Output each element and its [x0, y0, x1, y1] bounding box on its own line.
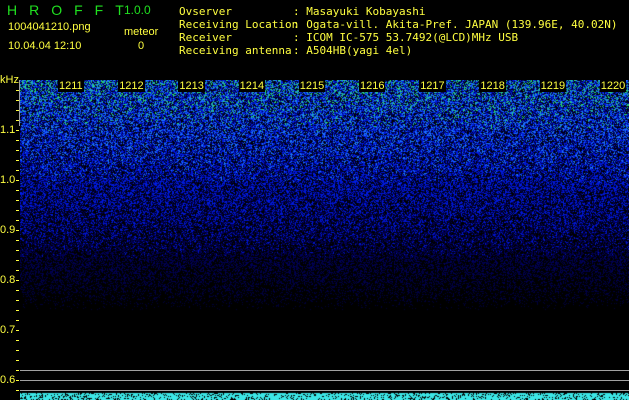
y-tick	[16, 370, 19, 371]
spectrogram	[20, 80, 629, 400]
y-tick	[16, 350, 19, 351]
location-label: Receiving Location	[179, 18, 299, 31]
y-tick	[16, 300, 19, 301]
reference-line	[20, 390, 629, 391]
y-tick	[16, 150, 19, 151]
y-tick	[16, 290, 19, 291]
time-label: 1214	[238, 80, 266, 92]
time-label: 1211	[58, 80, 84, 92]
time-label: 1215	[298, 80, 326, 92]
meteor-label: meteor	[124, 26, 159, 38]
y-tick-label: 1.1	[0, 124, 16, 136]
info-values: : Masayuki Kobayashi : Ogata-vill. Akita…	[293, 5, 618, 57]
y-tick	[16, 140, 19, 141]
y-tick	[16, 330, 19, 331]
y-unit-label: kHz	[0, 74, 19, 86]
y-tick-label: 0.8	[0, 274, 16, 286]
time-label: 1216	[359, 80, 386, 92]
y-tick	[16, 310, 19, 311]
y-tick-label: 0.9	[0, 224, 16, 236]
y-tick	[16, 250, 19, 251]
reference-line	[20, 370, 629, 371]
reference-line	[20, 380, 629, 381]
time-label: 1213	[178, 80, 205, 92]
y-tick	[16, 280, 19, 281]
y-tick	[16, 270, 19, 271]
location-value: : Ogata-vill. Akita-Pref. JAPAN (139.96E…	[293, 18, 618, 31]
file-datetime: 10.04.04 12:10	[8, 40, 82, 52]
y-tick	[16, 230, 19, 231]
receiver-label: Receiver	[179, 31, 232, 44]
y-tick-label: 0.7	[0, 324, 16, 336]
time-label: 1218	[479, 80, 506, 92]
y-tick	[16, 190, 19, 191]
app-version: 1.0.0	[124, 3, 151, 17]
observer-label: Ovserver	[179, 5, 232, 18]
y-tick	[16, 360, 19, 361]
y-tick	[16, 390, 19, 391]
meteor-count: 0	[138, 40, 145, 52]
y-tick	[16, 220, 19, 221]
y-tick	[16, 210, 19, 211]
y-tick	[16, 200, 19, 201]
observer-value: : Masayuki Kobayashi	[293, 5, 426, 18]
y-tick	[16, 180, 19, 181]
y-tick	[16, 130, 19, 131]
y-tick	[16, 110, 19, 111]
y-tick	[16, 320, 19, 321]
info-labels: Ovserver Receiving Location Receiver Rec…	[179, 5, 298, 57]
app-title: HROFFT	[7, 2, 136, 18]
y-tick	[16, 340, 19, 341]
y-tick	[16, 170, 19, 171]
time-label: 1212	[118, 80, 145, 92]
file-name: 1004041210.png	[8, 21, 91, 33]
y-tick	[16, 240, 19, 241]
antenna-label: Receiving antenna	[179, 44, 292, 57]
y-tick	[16, 380, 19, 381]
y-tick	[16, 100, 19, 101]
y-tick	[16, 120, 19, 121]
receiver-value: : ICOM IC-575 53.7492(@LCD)MHz USB	[293, 31, 519, 44]
antenna-value: : A504HB(yagi 4el)	[293, 44, 413, 57]
axis-line	[19, 80, 20, 126]
y-tick-label: 1.0	[0, 174, 16, 186]
y-tick	[16, 90, 19, 91]
time-label: 1217	[419, 80, 446, 92]
time-label: 1220	[599, 80, 627, 92]
time-label: 1219	[539, 80, 567, 92]
y-tick	[16, 260, 19, 261]
y-tick-label: 0.6	[0, 374, 16, 386]
y-tick	[16, 160, 19, 161]
